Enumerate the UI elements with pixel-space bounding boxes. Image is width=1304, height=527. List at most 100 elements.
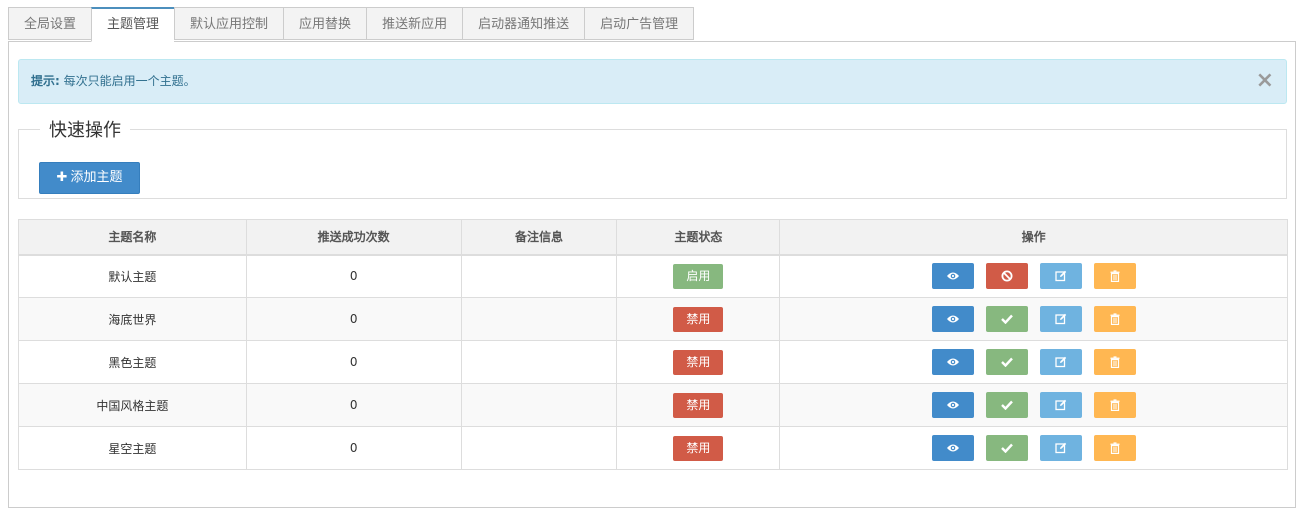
eye-icon [946,357,960,367]
status-cell: 禁用 [616,297,781,341]
tab-content-panel: 提示: 每次只能启用一个主题。 × 快速操作 ✚ 添加主题 主题名称 推送成功次数… [8,41,1296,508]
delete-theme-button[interactable] [1093,306,1136,332]
remark-cell [460,297,618,341]
edit-icon [1054,356,1067,368]
remark-cell [460,340,618,384]
status-badge: 禁用 [673,392,724,418]
table-header-row: 主题名称 推送成功次数 备注信息 主题状态 操作 [18,219,1288,256]
table-row: 海底世界 0 禁用 [18,297,1288,341]
trash-icon [1110,270,1120,283]
tab-default-app-control[interactable]: 默认应用控制 [174,7,284,40]
status-cell: 启用 [616,254,781,298]
edit-icon [1054,270,1067,282]
check-icon [1000,357,1013,367]
actions-cell [779,297,1288,341]
view-theme-button[interactable] [931,306,974,332]
edit-icon [1054,442,1067,454]
remark-cell [460,254,618,298]
actions-cell [779,383,1288,427]
delete-theme-button[interactable] [1093,392,1136,418]
enable-theme-button[interactable] [985,306,1028,332]
enable-theme-button[interactable] [985,392,1028,418]
tab-push-new-app[interactable]: 推送新应用 [366,7,463,40]
add-theme-button[interactable]: ✚ 添加主题 [39,162,140,194]
quick-actions-fieldset: 快速操作 ✚ 添加主题 [18,116,1287,199]
status-badge: 禁用 [673,349,724,375]
check-icon [1000,443,1013,453]
theme-name-cell: 默认主题 [18,254,247,298]
delete-theme-button[interactable] [1093,435,1136,461]
delete-theme-button[interactable] [1093,263,1136,290]
status-cell: 禁用 [616,340,781,384]
view-theme-button[interactable] [931,349,974,375]
theme-name-cell: 海底世界 [18,297,247,341]
push-count-cell: 0 [245,297,462,341]
delete-theme-button[interactable] [1093,349,1136,375]
edit-icon [1054,399,1067,411]
tab-theme-management[interactable]: 主题管理 [91,7,175,42]
check-icon [1000,314,1013,324]
push-count-cell: 0 [245,383,462,427]
tab-app-replace[interactable]: 应用替换 [283,7,367,40]
edit-theme-button[interactable] [1039,392,1082,418]
info-alert: 提示: 每次只能启用一个主题。 × [18,59,1287,104]
header-push-success-count: 推送成功次数 [245,219,462,256]
tab-launch-ad-management[interactable]: 启动广告管理 [584,7,695,40]
actions-cell [779,254,1288,298]
eye-icon [946,271,960,281]
trash-icon [1110,313,1120,325]
header-theme-name: 主题名称 [18,219,247,256]
add-theme-label: 添加主题 [70,170,123,185]
close-icon[interactable]: × [1256,68,1274,94]
status-badge: 禁用 [673,435,724,461]
enable-theme-button[interactable] [985,435,1028,461]
eye-icon [946,400,960,410]
push-count-cell: 0 [245,340,462,384]
push-count-cell: 0 [245,254,462,298]
eye-icon [946,314,960,324]
tab-global-settings[interactable]: 全局设置 [8,7,92,40]
alert-message: 每次只能启用一个主题。 [59,74,196,88]
enable-theme-button[interactable] [985,349,1028,375]
edit-theme-button[interactable] [1039,263,1082,290]
ban-icon [1001,270,1013,282]
table-row: 黑色主题 0 禁用 [18,340,1288,384]
table-row: 默认主题 0 启用 [18,254,1288,298]
theme-name-cell: 星空主题 [18,426,247,470]
header-theme-status: 主题状态 [616,219,781,256]
theme-table: 主题名称 推送成功次数 备注信息 主题状态 操作 默认主题 0 启用 海底世界 0 禁用黑… [18,219,1288,470]
tab-launcher-notification-push[interactable]: 启动器通知推送 [462,7,585,40]
edit-icon [1054,313,1067,325]
status-badge: 启用 [673,263,724,289]
check-icon [1000,400,1013,410]
view-theme-button[interactable] [931,392,974,418]
push-count-cell: 0 [245,426,462,470]
remark-cell [460,426,618,470]
plus-icon: ✚ [56,170,68,185]
edit-theme-button[interactable] [1039,349,1082,375]
actions-cell [779,426,1288,470]
quick-actions-legend: 快速操作 [49,120,121,141]
eye-icon [946,443,960,453]
view-theme-button[interactable] [931,263,974,290]
theme-table-body: 默认主题 0 启用 海底世界 0 禁用 黑色主题 0 禁用 中国风格主题 0 禁用 星空主题 0 禁用 [18,254,1288,470]
alert-prefix: 提示: [31,74,60,88]
edit-theme-button[interactable] [1039,435,1082,461]
actions-cell [779,340,1288,384]
theme-name-cell: 黑色主题 [18,340,247,384]
status-badge: 禁用 [673,306,724,332]
view-theme-button[interactable] [931,435,974,461]
trash-icon [1110,442,1120,454]
remark-cell [460,383,618,427]
table-row: 星空主题 0 禁用 [18,426,1288,470]
trash-icon [1110,399,1120,411]
alert-text: 提示: 每次只能启用一个主题。 [31,60,196,103]
header-actions: 操作 [779,219,1288,256]
tab-bar: 全局设置 主题管理 默认应用控制 应用替换 推送新应用 启动器通知推送 启动广告… [8,7,695,42]
trash-icon [1110,356,1120,368]
header-remark: 备注信息 [460,219,618,256]
edit-theme-button[interactable] [1039,306,1082,332]
disable-theme-button[interactable] [985,263,1028,290]
status-cell: 禁用 [616,383,781,427]
table-row: 中国风格主题 0 禁用 [18,383,1288,427]
